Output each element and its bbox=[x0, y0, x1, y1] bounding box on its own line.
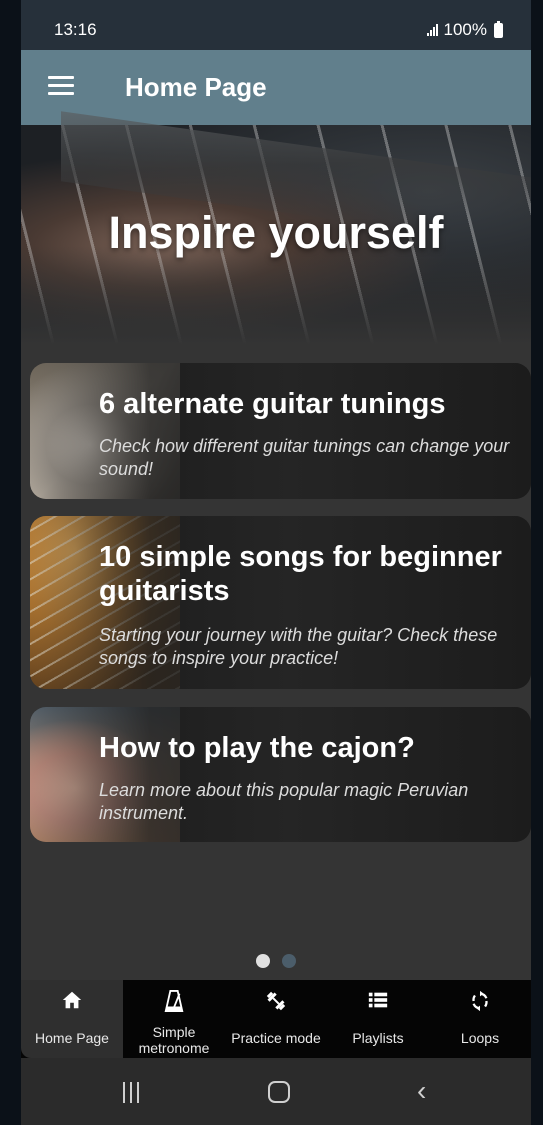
bottom-navigation: Home Page Simple metronome Practice mode… bbox=[21, 980, 531, 1058]
nav-item-loops[interactable]: Loops bbox=[429, 980, 531, 1058]
app-screen: 13:16 100% Home Page Inspire yourself 6 … bbox=[21, 0, 531, 1125]
metronome-icon bbox=[123, 989, 225, 1013]
status-bar: 13:16 100% bbox=[21, 0, 531, 50]
page-indicator bbox=[21, 954, 531, 968]
status-right: 100% bbox=[426, 20, 503, 40]
home-icon bbox=[21, 989, 123, 1013]
system-navigation-bar: ‹ bbox=[21, 1058, 531, 1125]
card-description: Check how different guitar tunings can c… bbox=[99, 436, 510, 479]
article-card-cajon[interactable]: How to play the cajon? Learn more about … bbox=[30, 707, 531, 842]
hero-title: Inspire yourself bbox=[108, 207, 444, 258]
nav-label: Simple metronome bbox=[138, 1024, 210, 1056]
card-description: Learn more about this popular magic Peru… bbox=[99, 780, 469, 823]
dumbbell-icon bbox=[225, 989, 327, 1013]
nav-item-metronome[interactable]: Simple metronome bbox=[123, 980, 225, 1058]
page-dot-1[interactable] bbox=[256, 954, 270, 968]
page-dot-2[interactable] bbox=[282, 954, 296, 968]
nav-label: Playlists bbox=[352, 1030, 404, 1046]
article-card-songs[interactable]: 10 simple songs for beginner guitarists … bbox=[30, 516, 531, 689]
hero-banner: Inspire yourself bbox=[21, 111, 531, 345]
nav-label: Practice mode bbox=[231, 1030, 321, 1046]
status-time: 13:16 bbox=[54, 20, 97, 39]
nav-item-home[interactable]: Home Page bbox=[21, 980, 123, 1058]
battery-icon bbox=[494, 20, 503, 38]
nav-item-playlists[interactable]: Playlists bbox=[327, 980, 429, 1058]
card-title: 10 simple songs for beginner guitarists bbox=[99, 541, 502, 607]
signal-icon bbox=[426, 24, 438, 36]
article-card-tunings[interactable]: 6 alternate guitar tunings Check how dif… bbox=[30, 363, 531, 499]
list-icon bbox=[327, 989, 429, 1013]
nav-label: Loops bbox=[460, 1030, 500, 1046]
battery-percent: 100% bbox=[443, 20, 487, 39]
card-description: Starting your journey with the guitar? C… bbox=[99, 625, 498, 668]
page-title: Home Page bbox=[125, 72, 267, 102]
card-title: How to play the cajon? bbox=[99, 732, 415, 764]
card-title: 6 alternate guitar tunings bbox=[99, 388, 446, 420]
nav-item-practice[interactable]: Practice mode bbox=[225, 980, 327, 1058]
home-button-icon[interactable] bbox=[268, 1081, 290, 1103]
app-bar: Home Page bbox=[21, 50, 531, 125]
nav-label: Home Page bbox=[35, 1030, 109, 1046]
hamburger-menu-icon[interactable] bbox=[48, 76, 74, 96]
back-icon[interactable]: ‹ bbox=[417, 1076, 426, 1106]
recent-apps-icon[interactable] bbox=[123, 1082, 139, 1103]
loop-icon bbox=[429, 989, 531, 1013]
